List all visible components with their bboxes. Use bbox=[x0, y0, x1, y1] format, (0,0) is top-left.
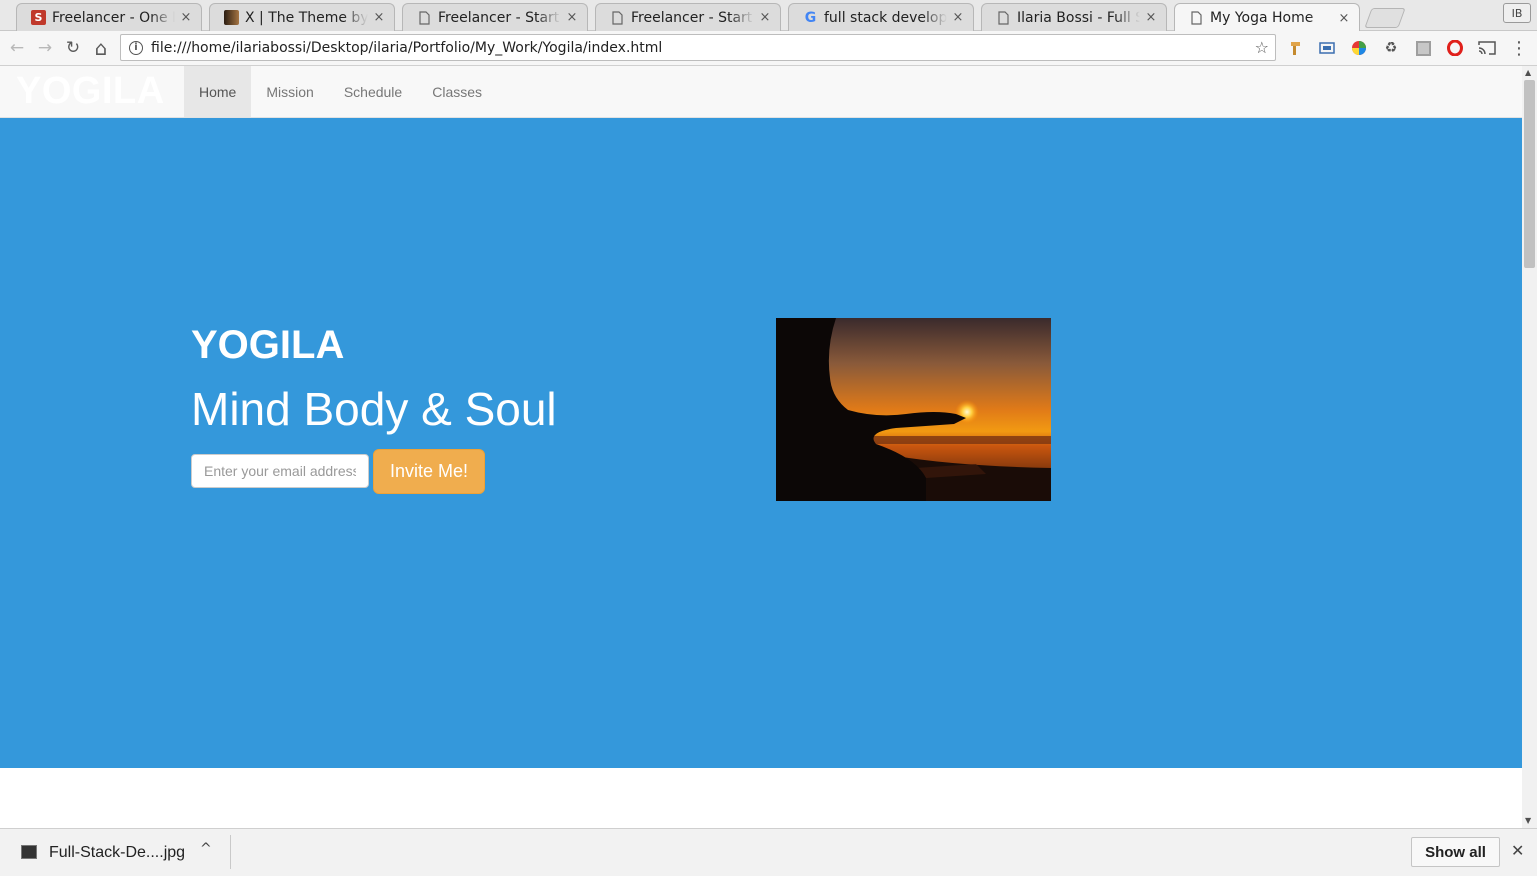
close-tab-icon[interactable]: × bbox=[1144, 10, 1158, 25]
browser-tab-active[interactable]: My Yoga Home × bbox=[1174, 3, 1360, 32]
info-icon[interactable]: i bbox=[129, 40, 143, 55]
extension-pin-icon[interactable] bbox=[1287, 39, 1305, 57]
download-file-name[interactable]: Full-Stack-De....jpg bbox=[49, 844, 185, 862]
email-input[interactable] bbox=[191, 454, 369, 488]
extension-recycle-icon[interactable]: ♻ bbox=[1382, 39, 1400, 57]
invite-button[interactable]: Invite Me! bbox=[373, 449, 485, 494]
bookmark-star-icon[interactable]: ☆ bbox=[1255, 38, 1269, 57]
scrollbar-thumb[interactable] bbox=[1524, 80, 1535, 268]
profile-button[interactable]: IB bbox=[1503, 3, 1531, 23]
tab-title: Freelancer - Start B bbox=[438, 9, 561, 26]
tab-title: X | The Theme by TH bbox=[245, 9, 368, 26]
browser-tab[interactable]: Freelancer - Start B × bbox=[402, 3, 588, 31]
show-all-button[interactable]: Show all bbox=[1411, 837, 1500, 867]
scroll-down-icon[interactable]: ▼ bbox=[1525, 816, 1531, 825]
close-tab-icon[interactable]: × bbox=[1337, 11, 1351, 26]
page-viewport: YOGILA Home Mission Schedule Classes YOG… bbox=[0, 66, 1522, 828]
image-file-icon bbox=[21, 845, 37, 859]
close-icon[interactable]: ✕ bbox=[1511, 841, 1524, 860]
url-text[interactable]: file:///home/ilariabossi/Desktop/ilaria/… bbox=[151, 40, 1255, 56]
tab-title: Freelancer - Start B bbox=[631, 9, 754, 26]
browser-toolbar: ← → ↻ ⌂ i file:///home/ilariabossi/Deskt… bbox=[0, 31, 1537, 66]
menu-kebab-icon[interactable]: ⋮ bbox=[1510, 38, 1528, 59]
google-icon: G bbox=[804, 9, 817, 26]
extension-grey-icon[interactable] bbox=[1414, 39, 1432, 57]
browser-tab[interactable]: X | The Theme by TH × bbox=[209, 3, 395, 31]
divider bbox=[230, 835, 231, 869]
site-navbar: YOGILA Home Mission Schedule Classes bbox=[0, 66, 1522, 118]
nav-link-schedule[interactable]: Schedule bbox=[329, 66, 417, 117]
vertical-scrollbar[interactable]: ▲ ▼ bbox=[1522, 66, 1537, 828]
page-icon bbox=[417, 10, 432, 25]
reload-icon[interactable]: ↻ bbox=[62, 37, 84, 59]
close-tab-icon[interactable]: × bbox=[179, 10, 193, 25]
site-menu: Home Mission Schedule Classes bbox=[184, 66, 497, 117]
browser-tab[interactable]: Freelancer - Start B × bbox=[595, 3, 781, 31]
tab-title: full stack developm bbox=[824, 9, 947, 26]
close-tab-icon[interactable]: × bbox=[758, 10, 772, 25]
browser-tab[interactable]: G full stack developm × bbox=[788, 3, 974, 31]
cast-icon[interactable] bbox=[1478, 39, 1496, 57]
new-tab-button[interactable] bbox=[1364, 8, 1406, 28]
browser-tab[interactable]: S Freelancer - One Pa × bbox=[16, 3, 202, 31]
address-bar[interactable]: i file:///home/ilariabossi/Desktop/ilari… bbox=[120, 34, 1276, 61]
chevron-up-icon[interactable]: ^ bbox=[200, 841, 212, 857]
nav-link-home[interactable]: Home bbox=[184, 66, 252, 117]
site-brand[interactable]: YOGILA bbox=[16, 70, 165, 113]
hero-title: YOGILA bbox=[191, 323, 345, 367]
extension-screen-icon[interactable] bbox=[1318, 39, 1336, 57]
close-tab-icon[interactable]: × bbox=[565, 10, 579, 25]
scroll-up-icon[interactable]: ▲ bbox=[1525, 68, 1531, 77]
download-shelf: Full-Stack-De....jpg ^ Show all ✕ bbox=[0, 828, 1537, 876]
forward-arrow-icon[interactable]: → bbox=[34, 37, 56, 59]
hero-section: YOGILA Mind Body & Soul Invite Me! bbox=[0, 118, 1522, 768]
nav-link-mission[interactable]: Mission bbox=[251, 66, 328, 117]
nav-link-classes[interactable]: Classes bbox=[417, 66, 497, 117]
x-theme-icon bbox=[224, 10, 239, 25]
tab-title: Freelancer - One Pa bbox=[52, 9, 175, 26]
page-icon bbox=[996, 10, 1011, 25]
yoga-sunset-image bbox=[776, 318, 1051, 501]
browser-tab[interactable]: Ilaria Bossi - Full St × bbox=[981, 3, 1167, 31]
s-logo-icon: S bbox=[31, 10, 46, 25]
tab-title: My Yoga Home bbox=[1210, 10, 1314, 26]
page-icon bbox=[610, 10, 625, 25]
extension-color-wheel-icon[interactable] bbox=[1350, 39, 1368, 57]
browser-tab-strip: S Freelancer - One Pa × X | The Theme by… bbox=[0, 0, 1537, 32]
page-icon bbox=[1189, 11, 1204, 26]
back-arrow-icon[interactable]: ← bbox=[6, 37, 28, 59]
hero-subtitle: Mind Body & Soul bbox=[191, 383, 557, 435]
home-icon[interactable]: ⌂ bbox=[90, 36, 112, 60]
close-tab-icon[interactable]: × bbox=[951, 10, 965, 25]
tab-title: Ilaria Bossi - Full St bbox=[1017, 9, 1140, 26]
opera-icon[interactable] bbox=[1446, 39, 1464, 57]
close-tab-icon[interactable]: × bbox=[372, 10, 386, 25]
